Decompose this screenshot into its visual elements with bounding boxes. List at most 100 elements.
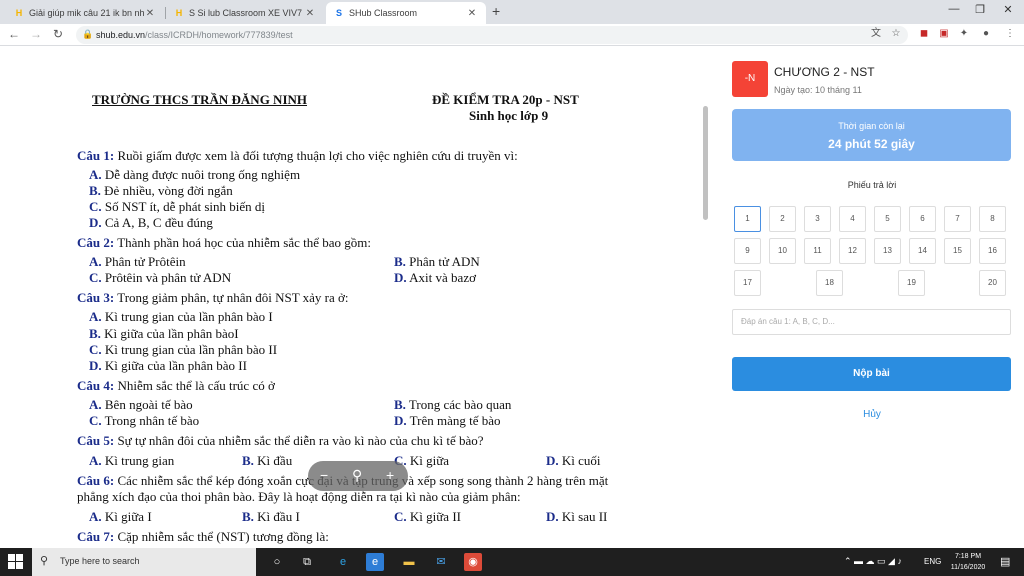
option-key: A. bbox=[89, 453, 102, 468]
answer-cell-10[interactable]: 10 bbox=[769, 238, 796, 264]
answer-cell-14[interactable]: 14 bbox=[909, 238, 936, 264]
document-scrollbar[interactable] bbox=[703, 106, 708, 220]
extensions-puzzle-icon[interactable]: ✦ bbox=[958, 28, 970, 40]
answer-cell-6[interactable]: 6 bbox=[909, 206, 936, 232]
answer-cell-4[interactable]: 4 bbox=[839, 206, 866, 232]
option-text: Kì giữa I bbox=[101, 509, 152, 524]
system-tray-icons[interactable]: ⌃ ▬ ☁ ▭ ◢ ♪ bbox=[844, 556, 902, 567]
answer-cell-9[interactable]: 9 bbox=[734, 238, 761, 264]
answer-cell-15[interactable]: 15 bbox=[944, 238, 971, 264]
lock-icon: 🔒 bbox=[82, 29, 94, 39]
taskbar-search[interactable]: ⚲ Type here to search bbox=[32, 548, 256, 576]
extension-red-icon[interactable]: ▣ bbox=[938, 28, 950, 40]
url-path: /class/ICRDH/homework/777839/test bbox=[145, 30, 293, 40]
mail-icon[interactable]: ✉ bbox=[432, 553, 450, 571]
option-text: Số NST ít, dễ phát sinh biến dị bbox=[101, 199, 265, 214]
notifications-icon[interactable]: ▤ bbox=[1000, 555, 1010, 568]
answer-cell-13[interactable]: 13 bbox=[874, 238, 901, 264]
windows-taskbar: ⚲ Type here to search ○ ⧉ e e ▬ ✉ ◉ ⌃ ▬ … bbox=[0, 548, 1024, 576]
answer-cell-19[interactable]: 19 bbox=[898, 270, 925, 296]
answer-cell-17[interactable]: 17 bbox=[734, 270, 761, 296]
close-icon[interactable]: ✕ bbox=[466, 8, 478, 19]
answer-cell-18[interactable]: 18 bbox=[816, 270, 843, 296]
answer-input[interactable]: Đáp án câu 1: A, B, C, D... bbox=[732, 309, 1011, 335]
restore-icon[interactable]: ❐ bbox=[970, 3, 990, 16]
answer-cell-5[interactable]: 5 bbox=[874, 206, 901, 232]
file-explorer-icon[interactable]: ▬ bbox=[400, 553, 418, 571]
menu-kebab-icon[interactable]: ⋮ bbox=[1004, 28, 1016, 40]
option-text: Kì giữa II bbox=[406, 509, 461, 524]
answer-cell-3[interactable]: 3 bbox=[804, 206, 831, 232]
tab-3-active[interactable]: S SHub Classroom ✕ bbox=[326, 2, 486, 24]
option-key: D. bbox=[394, 270, 407, 285]
zoom-in-icon[interactable]: + bbox=[386, 467, 394, 483]
answer-cell-1[interactable]: 1 bbox=[734, 206, 761, 232]
zoom-search-icon[interactable]: ⚲ bbox=[352, 467, 362, 484]
option-1b: B. Đẻ nhiều, vòng đời ngắn bbox=[89, 183, 233, 199]
question-label: Câu 6: bbox=[77, 473, 115, 488]
option-key: B. bbox=[89, 183, 101, 198]
answer-cell-11[interactable]: 11 bbox=[804, 238, 831, 264]
timer-label: Thời gian còn lại bbox=[838, 121, 905, 131]
chrome-icon[interactable]: ◉ bbox=[464, 553, 482, 571]
question-label: Câu 2: bbox=[77, 235, 115, 250]
option-key: D. bbox=[546, 509, 559, 524]
option-text: Trong nhân tế bào bbox=[101, 413, 200, 428]
answer-cell-7[interactable]: 7 bbox=[944, 206, 971, 232]
chapter-title: CHƯƠNG 2 - NST bbox=[774, 65, 875, 79]
close-icon[interactable]: ✕ bbox=[144, 8, 156, 19]
clock-date: 11/16/2020 bbox=[950, 564, 986, 571]
tab-2[interactable]: H S Si lub Classroom XE VIV7 | Học ✕ bbox=[166, 2, 324, 24]
submit-button[interactable]: Nộp bài bbox=[732, 357, 1011, 391]
option-text: Kì đầu bbox=[253, 453, 293, 468]
profile-avatar-icon[interactable]: ● bbox=[980, 28, 992, 40]
option-3d: D. Kì giữa của lần phân bào II bbox=[89, 358, 247, 374]
address-bar[interactable]: 🔒 shub.edu.vn/class/ICRDH/homework/77783… bbox=[76, 26, 908, 44]
bookmark-star-icon[interactable]: ☆ bbox=[890, 28, 902, 40]
window-close-icon[interactable]: ✕ bbox=[998, 3, 1018, 16]
ie-icon[interactable]: e bbox=[366, 553, 384, 571]
url-text[interactable]: shub.edu.vn/class/ICRDH/homework/777839/… bbox=[96, 30, 293, 40]
task-view-icon[interactable]: ⧉ bbox=[298, 553, 316, 571]
back-icon[interactable]: ← bbox=[6, 27, 22, 41]
language-indicator[interactable]: ENG bbox=[924, 557, 941, 566]
reload-icon[interactable]: ↻ bbox=[50, 27, 66, 41]
option-text: Phân tử Prôtêin bbox=[101, 254, 186, 269]
option-key: D. bbox=[89, 215, 102, 230]
translate-icon[interactable]: 文 bbox=[870, 28, 882, 40]
answer-cell-2[interactable]: 2 bbox=[769, 206, 796, 232]
option-key: A. bbox=[89, 509, 102, 524]
extension-shield-icon[interactable]: ◼ bbox=[918, 28, 930, 40]
new-tab-button[interactable]: + bbox=[492, 3, 500, 19]
option-text: Prôtêin và phân tử ADN bbox=[101, 270, 232, 285]
forward-icon[interactable]: → bbox=[28, 27, 44, 41]
answer-cell-20[interactable]: 20 bbox=[979, 270, 1006, 296]
option-text: Axit và bazơ bbox=[406, 270, 476, 285]
option-4b: B. Trong các bào quan bbox=[394, 397, 511, 413]
option-key: D. bbox=[546, 453, 559, 468]
question-5: Câu 5: Sự tự nhân đôi của nhiễm sắc thể … bbox=[77, 433, 484, 449]
close-icon[interactable]: ✕ bbox=[304, 8, 316, 19]
option-text: Kì sau II bbox=[558, 509, 608, 524]
shub-favicon-icon: S bbox=[335, 8, 342, 18]
question-7: Câu 7: Cặp nhiễm sắc thể (NST) tương đồn… bbox=[77, 529, 329, 544]
hoc247-favicon-icon: H bbox=[175, 8, 183, 18]
clock[interactable]: 7:18 PM 11/16/2020 bbox=[948, 551, 988, 573]
cancel-button[interactable]: Hủy bbox=[712, 409, 1024, 420]
cortana-icon[interactable]: ○ bbox=[268, 553, 286, 571]
option-3c: C. Kì trung gian của lần phân bào II bbox=[89, 342, 277, 358]
answer-cell-8[interactable]: 8 bbox=[979, 206, 1006, 232]
question-text: Nhiễm sắc thể là cấu trúc có ở bbox=[114, 378, 275, 393]
browser-tab-strip: H Giải giúp mik câu 21 ik bn nhanh ✕ H S… bbox=[0, 0, 1024, 24]
tab-1[interactable]: H Giải giúp mik câu 21 ik bn nhanh ✕ bbox=[6, 2, 164, 24]
windows-start-icon[interactable] bbox=[8, 554, 24, 570]
edge-icon[interactable]: e bbox=[334, 553, 352, 571]
question-label: Câu 5: bbox=[77, 433, 115, 448]
answer-cell-16[interactable]: 16 bbox=[979, 238, 1006, 264]
answer-cell-12[interactable]: 12 bbox=[839, 238, 866, 264]
minimize-icon[interactable]: — bbox=[944, 3, 964, 15]
option-key: D. bbox=[89, 358, 102, 373]
tab-title: S Si lub Classroom XE VIV7 | Học bbox=[189, 8, 304, 18]
zoom-out-icon[interactable]: − bbox=[320, 467, 328, 483]
school-name: TRƯỜNG THCS TRẦN ĐĂNG NINH bbox=[92, 92, 308, 107]
